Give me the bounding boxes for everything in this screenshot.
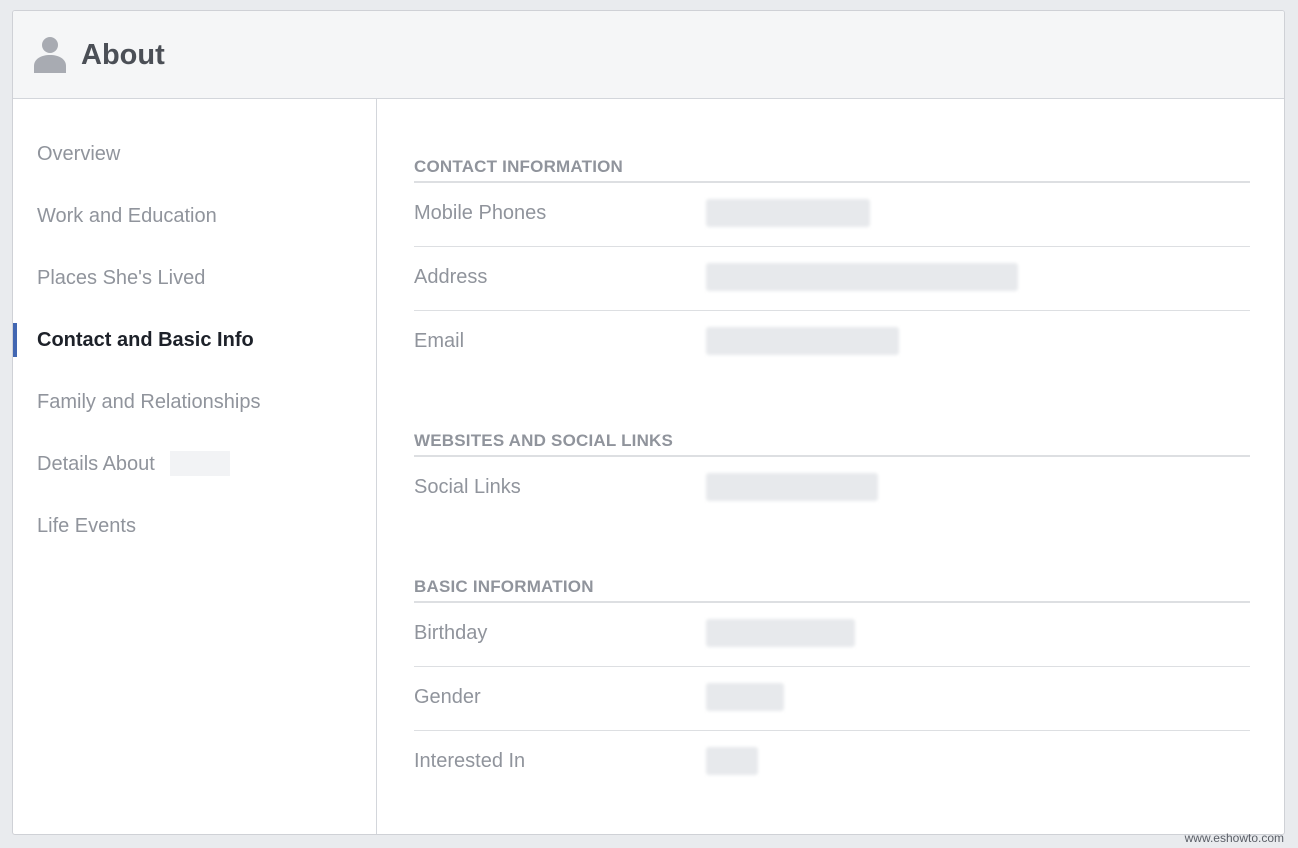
sidebar-item-label: Family and Relationships xyxy=(37,391,261,413)
sidebar-item-contact-and-basic-info[interactable]: Contact and Basic Info xyxy=(13,319,376,359)
sidebar-item-family-and-relationships[interactable]: Family and Relationships xyxy=(13,381,376,421)
sidebar-item-label: Contact and Basic Info xyxy=(37,329,254,351)
info-row-gender[interactable]: Gender xyxy=(414,667,1250,731)
info-row-interested-in[interactable]: Interested In xyxy=(414,731,1250,795)
sidebar-item-places-lived[interactable]: Places She's Lived xyxy=(13,257,376,297)
row-label: Interested In xyxy=(414,750,526,772)
section-title-contact-information: CONTACT INFORMATION xyxy=(414,153,1250,183)
about-header: About xyxy=(13,11,1284,99)
section-title-text: BASIC INFORMATION xyxy=(414,577,594,596)
info-row-email[interactable]: Email xyxy=(414,311,1250,375)
sidebar-item-label: Details About xyxy=(37,453,155,475)
row-label: Social Links xyxy=(414,476,521,498)
redacted-value xyxy=(706,473,878,501)
watermark-text: www.eshowto.com xyxy=(1184,831,1284,845)
row-label: Birthday xyxy=(414,622,488,644)
redacted-value xyxy=(706,327,899,355)
about-card: About Overview Work and Education Places… xyxy=(12,10,1285,835)
about-content: CONTACT INFORMATION Mobile Phones Addres… xyxy=(378,99,1284,834)
redacted-name xyxy=(170,451,230,476)
redacted-value xyxy=(706,747,758,775)
sidebar-item-label: Life Events xyxy=(37,515,136,537)
sidebar-item-work-and-education[interactable]: Work and Education xyxy=(13,195,376,235)
about-sidebar: Overview Work and Education Places She's… xyxy=(13,99,377,834)
info-row-mobile-phones[interactable]: Mobile Phones xyxy=(414,183,1250,247)
row-label: Gender xyxy=(414,686,481,708)
section-title-text: CONTACT INFORMATION xyxy=(414,157,624,176)
redacted-value xyxy=(706,199,870,227)
sidebar-item-label: Work and Education xyxy=(37,205,217,227)
info-row-social-links[interactable]: Social Links xyxy=(414,457,1250,521)
page-title: About xyxy=(81,39,165,71)
row-label: Mobile Phones xyxy=(414,202,547,224)
section-title-basic-information: BASIC INFORMATION xyxy=(414,573,1250,603)
sidebar-item-details-about[interactable]: Details About xyxy=(13,443,376,483)
section-title-text: WEBSITES AND SOCIAL LINKS xyxy=(414,431,674,450)
redacted-value xyxy=(706,263,1018,291)
sidebar-item-life-events[interactable]: Life Events xyxy=(13,505,376,545)
info-row-address[interactable]: Address xyxy=(414,247,1250,311)
person-silhouette-icon xyxy=(34,37,66,73)
redacted-value xyxy=(706,683,784,711)
info-row-birthday[interactable]: Birthday xyxy=(414,603,1250,667)
section-title-websites-and-social-links: WEBSITES AND SOCIAL LINKS xyxy=(414,427,1250,457)
row-label: Address xyxy=(414,266,488,288)
sidebar-item-overview[interactable]: Overview xyxy=(13,133,376,173)
row-label: Email xyxy=(414,330,465,352)
sidebar-item-label: Overview xyxy=(37,143,121,165)
redacted-value xyxy=(706,619,855,647)
sidebar-item-label: Places She's Lived xyxy=(37,267,206,289)
